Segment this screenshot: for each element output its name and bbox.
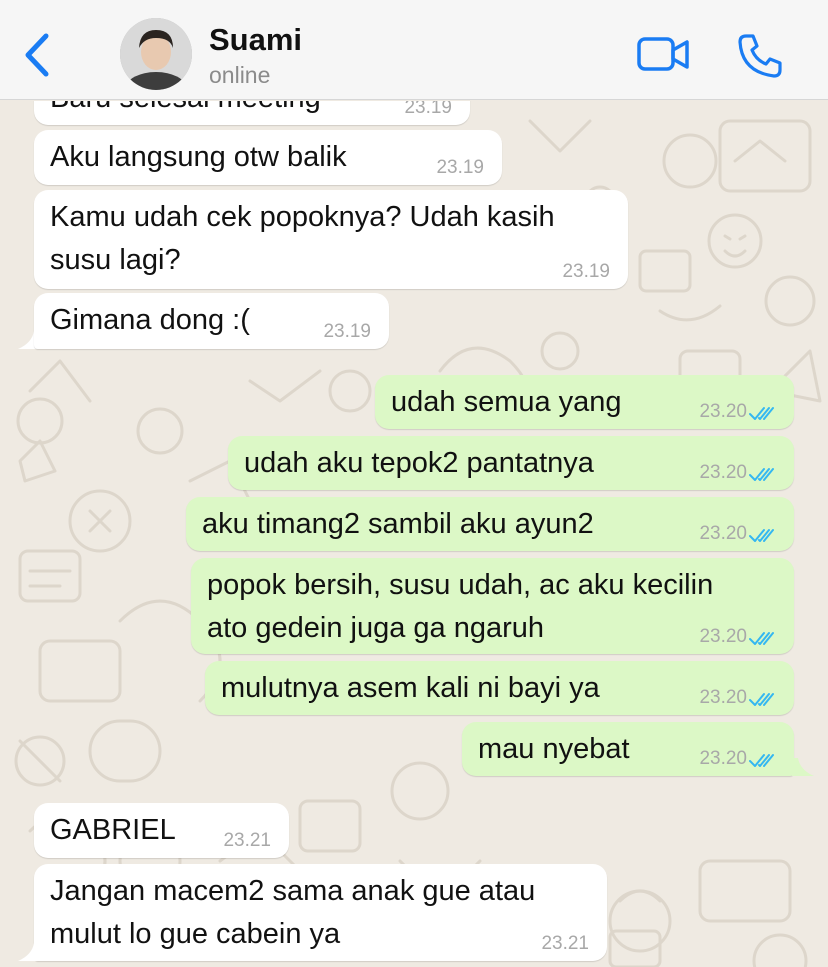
message-text-line: mulut lo gue cabein ya	[50, 918, 341, 950]
message-time: 23.21	[223, 830, 271, 851]
message-time: 23.19	[404, 101, 452, 118]
double-check-read-icon	[749, 693, 774, 706]
back-button[interactable]	[18, 30, 58, 80]
message-time: 23.20	[699, 462, 747, 483]
message-text-line: popok bersih, susu udah, ac aku kecilin	[207, 569, 714, 601]
bubble-tail	[792, 758, 814, 776]
message-text-line: Jangan macem2 sama anak gue atau	[50, 875, 536, 907]
bubble-tail	[18, 943, 40, 961]
message-text-line: susu lagi?	[50, 244, 181, 276]
avatar-photo	[120, 18, 192, 90]
double-check-read-icon	[749, 407, 774, 420]
voice-call-button[interactable]	[736, 32, 784, 80]
incoming-message[interactable]: Aku langsung otw balik 23.19	[34, 130, 502, 185]
outgoing-message[interactable]: popok bersih, susu udah, ac aku kecilin …	[191, 558, 794, 654]
video-camera-icon	[637, 37, 689, 71]
message-text: Aku langsung otw balik	[50, 141, 347, 173]
contact-name[interactable]: Suami	[209, 22, 302, 58]
double-check-read-icon	[749, 529, 774, 542]
outgoing-message[interactable]: udah semua yang 23.20	[375, 375, 794, 429]
video-call-button[interactable]	[636, 34, 692, 76]
phone-icon	[738, 34, 782, 78]
message-time: 23.20	[699, 748, 747, 769]
incoming-message[interactable]: Gimana dong :( 23.19	[34, 293, 389, 349]
contact-avatar[interactable]	[120, 18, 192, 90]
message-time: 23.20	[699, 401, 747, 422]
chevron-left-icon	[25, 33, 49, 77]
outgoing-message[interactable]: aku timang2 sambil aku ayun2 23.20	[186, 497, 794, 551]
message-text-line: Kamu udah cek popoknya? Udah kasih	[50, 201, 555, 233]
incoming-message[interactable]: GABRIEL 23.21	[34, 803, 289, 858]
incoming-message[interactable]: Kamu udah cek popoknya? Udah kasih susu …	[34, 190, 628, 289]
outgoing-message[interactable]: mau nyebat 23.20	[462, 722, 794, 776]
message-time: 23.19	[562, 261, 610, 282]
message-time: 23.20	[699, 687, 747, 708]
message-time: 23.21	[541, 933, 589, 954]
chat-area[interactable]: Baru selesai meeting 23.19 Aku langsung …	[0, 101, 828, 967]
double-check-read-icon	[749, 632, 774, 645]
double-check-read-icon	[749, 468, 774, 481]
message-time: 23.20	[699, 523, 747, 544]
outgoing-message[interactable]: mulutnya asem kali ni bayi ya 23.20	[205, 661, 794, 715]
chat-header: Suami online	[0, 0, 828, 100]
double-check-read-icon	[749, 754, 774, 767]
outgoing-message[interactable]: udah aku tepok2 pantatnya 23.20	[228, 436, 794, 490]
incoming-message[interactable]: Baru selesai meeting 23.19	[34, 101, 470, 125]
message-time: 23.20	[699, 626, 747, 647]
message-time: 23.19	[323, 321, 371, 342]
message-time: 23.19	[436, 157, 484, 178]
contact-status: online	[209, 62, 271, 88]
incoming-message[interactable]: Jangan macem2 sama anak gue atau mulut l…	[34, 864, 607, 961]
